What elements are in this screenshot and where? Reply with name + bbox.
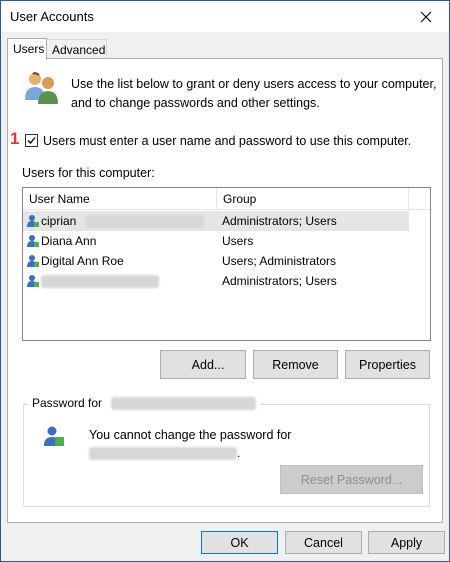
require-login-label[interactable]: Users must enter a user name and passwor… <box>43 134 411 148</box>
redacted-text <box>111 397 257 411</box>
users-group-icon <box>25 72 58 104</box>
password-message-suffix: . <box>237 446 241 460</box>
users-list-label: Users for this computer: <box>22 166 155 180</box>
intro-line-1: Use the list below to grant or deny user… <box>71 77 437 91</box>
intro-text: Use the list below to grant or deny user… <box>71 75 436 113</box>
table-row[interactable]: Administrators; Users <box>23 271 430 291</box>
column-header-user-name-label: User Name <box>29 192 90 206</box>
user-icon <box>27 255 39 267</box>
users-list-header: User Name Group <box>23 188 430 210</box>
title-bar: User Accounts <box>1 1 449 32</box>
window-title: User Accounts <box>10 9 94 24</box>
group-cell: Administrators; Users <box>222 274 337 288</box>
password-message: You cannot change the password for <box>89 428 292 442</box>
remove-user-button[interactable]: Remove <box>253 350 338 379</box>
add-user-button[interactable]: Add... <box>160 350 246 379</box>
password-group-legend-text: Password for <box>32 396 103 410</box>
user-icon <box>27 215 39 227</box>
group-cell: Users; Administrators <box>222 254 337 268</box>
properties-button[interactable]: Properties <box>345 350 430 379</box>
group-cell: Users <box>222 234 254 248</box>
user-icon <box>27 235 39 247</box>
cancel-button[interactable]: Cancel <box>285 531 362 554</box>
table-row[interactable]: Digital Ann Roe Users; Administrators <box>23 251 430 271</box>
user-name-text: ciprian <box>41 214 77 228</box>
redacted-text <box>89 447 237 461</box>
user-name-cell: Digital Ann Roe <box>41 254 124 268</box>
password-groupbox: Password for You cannot change the passw… <box>23 396 430 507</box>
table-row[interactable]: ciprian Administrators; Users <box>23 211 409 231</box>
user-name-cell: Diana Ann <box>41 234 97 248</box>
reset-password-button[interactable]: Reset Password... <box>280 465 423 494</box>
close-icon <box>420 11 432 22</box>
ok-button[interactable]: OK <box>201 531 278 554</box>
require-login-checkbox[interactable] <box>25 134 38 147</box>
tab-advanced[interactable]: Advanced <box>46 39 107 59</box>
intro-line-2: and to change passwords and other settin… <box>71 96 320 110</box>
user-name-cell: ciprian <box>41 214 204 229</box>
table-row[interactable]: Diana Ann Users <box>23 231 430 251</box>
user-password-icon <box>44 426 64 446</box>
redacted-text <box>41 275 159 289</box>
apply-button[interactable]: Apply <box>368 531 445 554</box>
password-message-user: . <box>89 446 241 461</box>
checkmark-icon <box>27 137 36 144</box>
column-header-group-label: Group <box>223 192 257 206</box>
column-header-group[interactable]: Group <box>217 188 409 210</box>
tab-users-label: Users <box>13 42 45 56</box>
tab-users[interactable]: Users <box>7 38 47 60</box>
user-icon <box>27 275 39 287</box>
group-cell: Administrators; Users <box>222 214 337 228</box>
user-name-cell <box>41 274 159 289</box>
close-button[interactable] <box>403 1 449 32</box>
users-list[interactable]: User Name Group ciprian Administrators; … <box>22 187 431 341</box>
tab-advanced-label: Advanced <box>52 43 106 57</box>
user-accounts-window: User Accounts Users Advanced Use the lis… <box>0 0 450 562</box>
column-header-user-name[interactable]: User Name <box>23 188 217 210</box>
redacted-text <box>85 215 204 229</box>
users-tab-panel: Use the list below to grant or deny user… <box>7 58 443 523</box>
annotation-marker-1: 1 <box>10 129 20 148</box>
password-group-legend: Password for <box>28 396 261 411</box>
